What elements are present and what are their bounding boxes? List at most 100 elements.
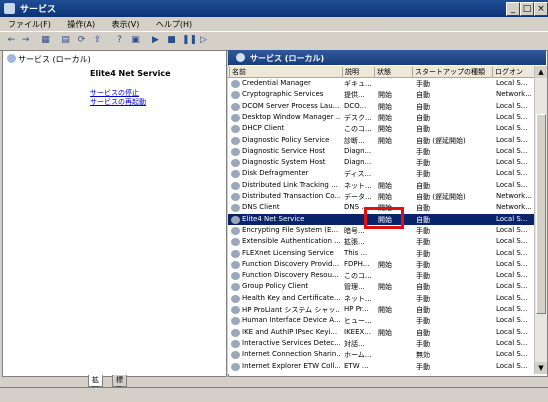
- table-row[interactable]: HP ProLiant システム シャッ... HP Pr... 開始 自動 Local…: [228, 304, 534, 315]
- menu-view[interactable]: 表示(V): [104, 17, 146, 30]
- forward-icon[interactable]: →: [20, 35, 31, 46]
- cell-logon: Local S...: [496, 146, 528, 155]
- tree-item-services-local[interactable]: サービス (ローカル): [7, 54, 91, 65]
- cell-name: Internet Connection Sharin...: [242, 350, 340, 359]
- table-row[interactable]: Internet Connection Sharin... ホーム... 無効 Loc…: [228, 349, 534, 360]
- cell-status: 開始: [378, 125, 392, 134]
- cell-logon: Local S...: [496, 112, 528, 121]
- pane-header-title: サービス (ローカル): [250, 54, 325, 63]
- cell-name: HP ProLiant システム シャッ...: [242, 306, 340, 314]
- scroll-up-icon[interactable]: ▲: [535, 66, 547, 78]
- menu-bar: ファイル(F) 操作(A) 表示(V) ヘルプ(H): [0, 17, 548, 31]
- cell-logon: Local S...: [496, 124, 528, 133]
- column-name[interactable]: 名前: [229, 67, 340, 77]
- minimize-button[interactable]: _: [506, 2, 520, 16]
- scroll-thumb[interactable]: [536, 114, 546, 314]
- table-row[interactable]: Diagnostic Policy Service 診断... 開始 自動 (遅延開始…: [228, 135, 534, 146]
- restart-icon[interactable]: ▷: [198, 35, 209, 46]
- cell-startup-type: 自動: [416, 215, 430, 224]
- cell-status: 開始: [378, 113, 392, 122]
- table-row[interactable]: Disk Defragmenter ディス... 手動 Local S...: [228, 168, 534, 179]
- service-gear-icon: [231, 272, 240, 281]
- cell-status: 開始: [378, 306, 392, 314]
- tab-extended[interactable]: 拡張: [88, 375, 103, 394]
- back-icon[interactable]: ←: [6, 35, 17, 46]
- cell-description: Diagn...: [344, 146, 372, 155]
- properties-icon[interactable]: ▤: [60, 35, 71, 46]
- table-row[interactable]: Credential Manager ギキュ... 手動 Local S...: [228, 78, 534, 89]
- cell-logon: Local S...: [496, 271, 528, 280]
- cell-name: Disk Defragmenter: [242, 169, 309, 178]
- menu-action[interactable]: 操作(A): [59, 17, 101, 30]
- refresh-icon[interactable]: ⟳: [76, 35, 87, 46]
- service-gear-icon: [231, 249, 240, 258]
- menu-file[interactable]: ファイル(F): [0, 17, 57, 30]
- view-icon[interactable]: ▣: [130, 35, 141, 46]
- cell-description: IKEEX...: [344, 327, 371, 336]
- table-row[interactable]: DCOM Server Process Lau... DCO... 開始 自動 Loca…: [228, 101, 534, 112]
- stop-icon[interactable]: ■: [166, 35, 177, 46]
- cell-logon: Local S...: [496, 338, 528, 347]
- cell-name: Cryptographic Services: [242, 90, 324, 99]
- tab-standard[interactable]: 標準: [112, 375, 127, 394]
- table-row[interactable]: Cryptographic Services 提供... 開始 自動 Network..…: [228, 89, 534, 100]
- column-description[interactable]: 説明: [342, 67, 373, 77]
- table-row[interactable]: Group Policy Client 管理... 開始 自動 Local S...: [228, 281, 534, 292]
- cell-logon: Local S...: [496, 316, 528, 325]
- table-row[interactable]: Distributed Transaction Co... データ... 開始 自動 …: [228, 191, 534, 202]
- cell-logon: Local S...: [496, 350, 528, 359]
- table-row[interactable]: IKE and AuthIP IPsec Keyi... IKEEX... 開始 自動…: [228, 327, 534, 338]
- cell-status: 開始: [378, 283, 392, 292]
- table-row[interactable]: Desktop Window Manager ... デスク... 開始 自動 Loca…: [228, 112, 534, 123]
- table-row[interactable]: Interactive Services Detec... 対話... 手動 Loca…: [228, 338, 534, 349]
- table-row[interactable]: Human Interface Device A... ヒュー... 手動 Local…: [228, 315, 534, 326]
- table-row[interactable]: Extensible Authentication ... 拡張... 手動 Loca…: [228, 236, 534, 247]
- table-row[interactable]: Diagnostic Service Host Diagn... 手動 Local S…: [228, 146, 534, 157]
- cell-startup-type: 自動: [416, 306, 430, 314]
- service-gear-icon: [231, 181, 240, 190]
- restart-service-link[interactable]: サービスの再起動: [90, 97, 146, 107]
- cell-description: 診断...: [344, 136, 365, 145]
- table-row[interactable]: FLEXnet Licensing Service This ... 手動 Local…: [228, 248, 534, 259]
- cell-logon: Local S...: [496, 327, 528, 336]
- table-row[interactable]: Health Key and Certificate... ネット... 手動 Loc…: [228, 293, 534, 304]
- console-tree-icon[interactable]: ▦: [40, 35, 51, 46]
- table-row[interactable]: Distributed Link Tracking ... ネット... 開始 自動 L…: [228, 180, 534, 191]
- cell-logon: Local S...: [496, 305, 528, 313]
- cell-logon: Local S...: [496, 259, 528, 268]
- gear-icon: [7, 54, 16, 63]
- cell-name: Group Policy Client: [242, 282, 309, 291]
- scroll-down-icon[interactable]: ▼: [535, 362, 547, 374]
- export-icon[interactable]: ⇪: [92, 35, 103, 46]
- table-row[interactable]: Internet Explorer ETW Coll... ETW ... 手動 Lo…: [228, 361, 534, 372]
- maximize-button[interactable]: □: [520, 2, 534, 16]
- column-logon[interactable]: ログオン: [492, 67, 534, 77]
- vertical-scrollbar[interactable]: ▲ ▼: [534, 66, 547, 374]
- cell-name: Function Discovery Provid...: [242, 259, 340, 268]
- column-startup-type[interactable]: スタートアップの種類: [412, 67, 491, 77]
- table-row[interactable]: Function Discovery Provid... FDPH... 開始 手動 L…: [228, 259, 534, 270]
- cell-name: Elite4 Net Service: [242, 214, 305, 223]
- start-icon[interactable]: ▶: [150, 35, 161, 46]
- close-button[interactable]: ×: [534, 2, 548, 16]
- service-gear-icon: [231, 113, 240, 122]
- table-row[interactable]: Function Discovery Resou... このコ... 手動 Local…: [228, 270, 534, 281]
- cell-status: 開始: [378, 102, 392, 111]
- cell-logon: Local S...: [496, 248, 528, 257]
- cell-startup-type: 自動: [416, 204, 430, 213]
- gear-icon: [236, 53, 245, 62]
- highlight-box: [364, 207, 404, 229]
- cell-startup-type: 自動 (遅延開始): [416, 136, 466, 145]
- cell-logon: Local S...: [496, 169, 528, 178]
- service-gear-icon: [231, 91, 240, 100]
- table-row[interactable]: Diagnostic System Host Diagn... 手動 Local S.…: [228, 157, 534, 168]
- menu-help[interactable]: ヘルプ(H): [148, 17, 198, 30]
- pause-icon[interactable]: ❚❚: [182, 35, 197, 46]
- table-row[interactable]: DHCP Client このコ... 開始 自動 Local S...: [228, 123, 534, 134]
- service-gear-icon: [231, 193, 240, 201]
- help-icon[interactable]: ?: [114, 35, 125, 46]
- cell-startup-type: 手動: [416, 294, 430, 303]
- service-gear-icon: [231, 294, 240, 303]
- column-status[interactable]: 状態: [374, 67, 411, 77]
- cell-status: 開始: [378, 260, 392, 269]
